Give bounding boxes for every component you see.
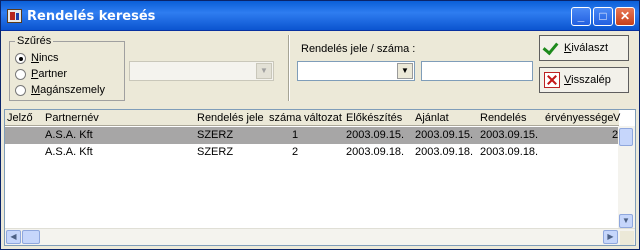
scroll-thumb[interactable] xyxy=(22,230,40,244)
radio-partner[interactable]: Partner xyxy=(15,67,67,81)
cell-elokeszites: 2003.09.15. xyxy=(346,129,405,141)
back-button[interactable]: Visszalép xyxy=(539,67,629,93)
col-partnernev[interactable]: Partnernév xyxy=(45,112,99,124)
cell-ajanlat: 2003.09.18. xyxy=(415,146,474,158)
horizontal-scrollbar[interactable]: ◀ ▶ xyxy=(5,228,635,245)
cell-jel: SZERZ xyxy=(197,146,234,158)
main-window: Rendelés keresés _ □ ✕ Szűrés Nincs Part… xyxy=(0,0,640,250)
grid-header: Jelző Partnernév Rendelés jele száma vál… xyxy=(5,110,620,126)
col-elokeszites[interactable]: Előkészítés xyxy=(346,112,402,124)
col-jelzo[interactable]: Jelző xyxy=(7,112,33,124)
close-icon xyxy=(544,72,560,88)
check-icon xyxy=(544,40,560,56)
scroll-left-icon[interactable]: ◀ xyxy=(6,230,21,244)
scroll-down-icon[interactable]: ▼ xyxy=(619,214,633,228)
filter-group-label: Szűrés xyxy=(15,35,54,47)
cell-rendeles: 2003.09.18. xyxy=(480,146,539,158)
select-button[interactable]: Kiválaszt xyxy=(539,35,629,61)
radio-button[interactable] xyxy=(15,84,26,96)
radio-label: Nincs xyxy=(31,52,59,64)
maximize-button[interactable]: □ xyxy=(593,7,613,26)
chevron-down-icon[interactable]: ▼ xyxy=(397,63,413,79)
select-button-label: Kiválaszt xyxy=(564,42,609,54)
cell-szama: 2 xyxy=(292,146,299,158)
cell-elokeszites: 2003.09.18. xyxy=(346,146,405,158)
cell-rendeles: 2003.09.15. xyxy=(480,129,539,141)
radio-label: Partner xyxy=(31,68,68,80)
order-search-label: Rendelés jele / száma : xyxy=(301,43,416,55)
filter-combo[interactable]: ▼ xyxy=(129,61,274,81)
size-grip xyxy=(620,231,634,245)
col-valtozat[interactable]: változat xyxy=(304,112,342,124)
order-szam-input[interactable] xyxy=(421,61,533,81)
separator xyxy=(288,35,290,101)
radio-label: Magánszemely xyxy=(31,84,105,96)
window-title: Rendelés keresés xyxy=(27,9,156,24)
back-button-label: Visszalép xyxy=(564,74,611,86)
chevron-down-icon[interactable]: ▼ xyxy=(256,63,272,79)
app-icon xyxy=(7,9,22,23)
col-rendeles-jele[interactable]: Rendelés jele xyxy=(197,112,264,124)
cell-jel: SZERZ xyxy=(197,129,234,141)
results-grid[interactable]: Jelző Partnernév Rendelés jele száma vál… xyxy=(4,109,636,246)
col-szama[interactable]: száma xyxy=(269,112,301,124)
cell-partner: A.S.A. Kft xyxy=(45,146,93,158)
cell-ajanlat: 2003.09.15. xyxy=(415,129,474,141)
cell-partner: A.S.A. Kft xyxy=(45,129,93,141)
scroll-thumb[interactable] xyxy=(619,128,633,146)
radio-button[interactable] xyxy=(15,68,26,80)
close-button[interactable]: ✕ xyxy=(615,7,635,26)
col-ajanlat[interactable]: Ajánlat xyxy=(415,112,449,124)
col-ervenyessege[interactable]: érvényessége xyxy=(545,112,614,124)
radio-button[interactable] xyxy=(15,52,26,64)
col-v[interactable]: V xyxy=(613,112,620,124)
minimize-button[interactable]: _ xyxy=(571,7,591,26)
col-rendeles[interactable]: Rendelés xyxy=(480,112,526,124)
radio-nincs[interactable]: Nincs xyxy=(15,51,59,65)
scroll-right-icon[interactable]: ▶ xyxy=(603,230,618,244)
table-row[interactable]: A.S.A. Kft SZERZ 1 2003.09.15. 2003.09.1… xyxy=(5,127,619,144)
order-jel-combo[interactable]: ▼ xyxy=(297,61,415,81)
cell-szama: 1 xyxy=(292,129,299,141)
vertical-scrollbar[interactable]: ▼ xyxy=(618,126,635,229)
title-bar[interactable]: Rendelés keresés _ □ ✕ xyxy=(1,1,639,31)
table-row[interactable]: A.S.A. Kft SZERZ 2 2003.09.18. 2003.09.1… xyxy=(5,144,619,161)
radio-maganszemely[interactable]: Magánszemely xyxy=(15,83,105,97)
